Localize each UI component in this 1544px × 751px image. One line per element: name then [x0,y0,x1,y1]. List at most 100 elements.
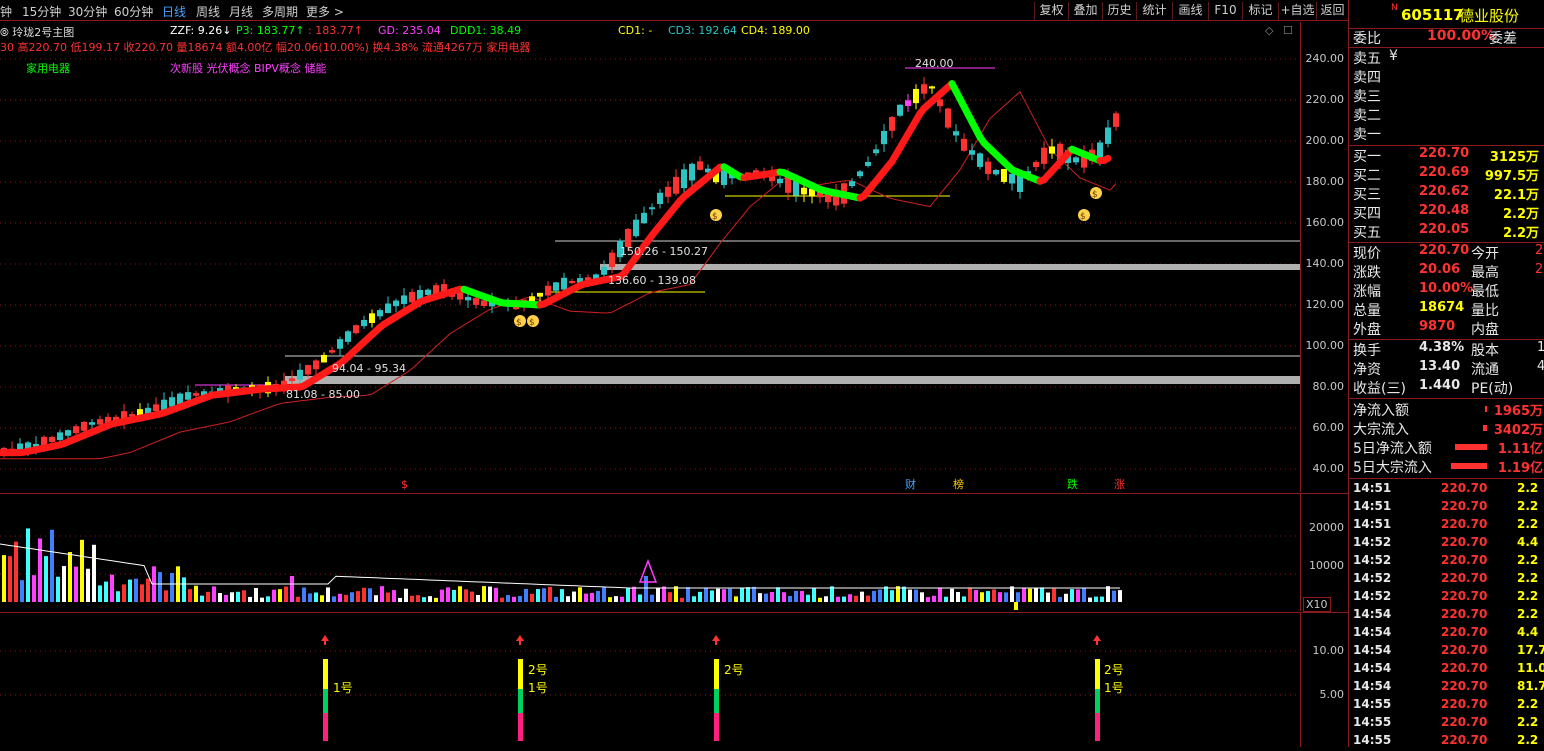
volume-bar [638,594,642,602]
candle-up [545,286,551,296]
volume-bar [260,598,264,602]
candlestick-panel[interactable]: ⦾ 玲珑2号主图 ZZF: 9.26↓ P3: 183.77↑ : 183.77… [0,22,1300,492]
volume-bar [770,592,774,602]
period-tab-multi[interactable]: 多周期 [262,3,298,20]
volume-bar [434,598,438,602]
volume-bar [542,588,546,602]
back-button[interactable]: 返回 [1316,2,1348,20]
volume-bar [134,579,138,602]
volume-bar [1004,592,1008,602]
book-price: 220.05 [1419,222,1469,237]
sell-level-row[interactable]: 卖二 [1349,105,1544,125]
fund-label: 流通 [1471,359,1499,379]
candle-down [529,296,535,301]
volume-bar [1106,586,1110,602]
quote-label: 内盘 [1471,319,1499,339]
sell-level-row[interactable]: 卖三 [1349,86,1544,106]
volume-bar [902,587,906,602]
volume-panel[interactable] [0,493,1300,611]
period-tab-week[interactable]: 周线 [196,3,220,20]
buy-level-row[interactable]: 买五 220.05 2.2万 [1349,222,1544,242]
candle-down [969,150,975,155]
tick-price: 220.70 [1441,499,1487,513]
buy-level-row[interactable]: 买四 220.48 2.2万 [1349,203,1544,223]
volume-bar [1064,594,1068,602]
draw-line-button[interactable]: 画线 [1172,2,1208,20]
add-watchlist-button[interactable]: +自选 [1278,2,1316,20]
volume-bar [590,593,594,602]
tick-time: 14:54 [1353,625,1391,639]
volume-bar [230,592,234,602]
price-tick: 200.00 [1306,134,1345,147]
candle-down [297,370,303,380]
period-tab-15min[interactable]: 15分钟 [22,3,61,20]
buy-level-row[interactable]: 买三 220.62 22.1万 [1349,184,1544,204]
candle-down [385,304,391,314]
candle-down [561,278,567,290]
mark-button[interactable]: 标记 [1242,2,1278,20]
volume-bar [410,596,414,602]
book-price: ¥ [1389,48,1398,64]
period-tab-month[interactable]: 月线 [229,3,253,20]
volume-bar [500,598,504,602]
book-label: 卖一 [1353,124,1381,144]
volume-bar [50,530,54,602]
volume-bar [974,590,978,602]
period-tab-60min[interactable]: 60分钟 [114,3,153,20]
volume-bar [704,587,708,602]
volume-bar [224,595,228,602]
signal-label: 1号 [333,679,353,696]
volume-bar [344,595,348,602]
sell-level-row[interactable]: 卖四 [1349,67,1544,87]
signal-axis: 10.00 5.00 [1300,612,1348,747]
sell-level-row[interactable]: 卖五 ¥ [1349,48,1544,68]
volume-bar [764,594,768,602]
volume-bar [848,594,852,602]
volume-bar [302,588,306,602]
volume-bar [464,589,468,602]
flow-bar [1455,444,1487,450]
candle-up [193,393,199,396]
fund-label: 净资 [1353,359,1381,379]
volume-bar [146,579,150,602]
quote-row: 涨幅 10.00% 最低 [1349,281,1544,301]
volume-bar [1028,589,1032,602]
period-tab-more[interactable]: 更多 > [306,3,344,20]
candle-down [65,430,71,436]
money-bag-icon: $ [527,315,539,328]
period-tab-min[interactable]: 钟 [0,3,12,20]
volume-bar [212,586,216,602]
statistics-button[interactable]: 统计 [1136,2,1172,20]
volume-bar [782,592,786,602]
price-tick: 40.00 [1313,462,1345,475]
f10-button[interactable]: F10 [1208,2,1242,20]
volume-bar [824,596,828,602]
quote-label: 涨幅 [1353,281,1381,301]
volume-bar [890,590,894,602]
candle-down [633,220,639,236]
volume-bar [338,594,342,602]
sell-level-row[interactable]: 卖一 [1349,124,1544,144]
buy-level-row[interactable]: 买一 220.70 3125万 [1349,146,1544,166]
history-button[interactable]: 历史 [1102,2,1136,20]
tick-price: 220.70 [1441,481,1487,495]
quote-sidebar: N 605117 德业股份 委比 100.00% 委差 卖五 ¥卖四 卖三 卖二… [1348,0,1544,747]
period-tab-30min[interactable]: 30分钟 [68,3,107,20]
candle-up [609,253,615,267]
signal-panel[interactable]: 1号 2号 1号 2号 2号 1号 [0,612,1300,747]
period-tab-day[interactable]: 日线 [162,3,186,20]
buy-level-row[interactable]: 买二 220.69 997.5万 [1349,165,1544,185]
zone-label: 150.26 - 150.27 [620,245,708,258]
volume-bar [74,567,78,602]
candle-up [945,109,951,128]
adjust-button[interactable]: 复权 [1034,2,1068,20]
candle-up [329,350,335,352]
candle-down [1001,169,1007,182]
zone-label: 81.08 - 85.00 [286,388,360,401]
overlay-button[interactable]: 叠加 [1068,2,1102,20]
event-marker-down: 跌 [1067,477,1078,491]
tick-row: 14:52 220.70 2.2 [1349,571,1544,589]
candle-up [697,161,703,169]
volume-bar [428,596,432,602]
volume-bar [392,590,396,602]
